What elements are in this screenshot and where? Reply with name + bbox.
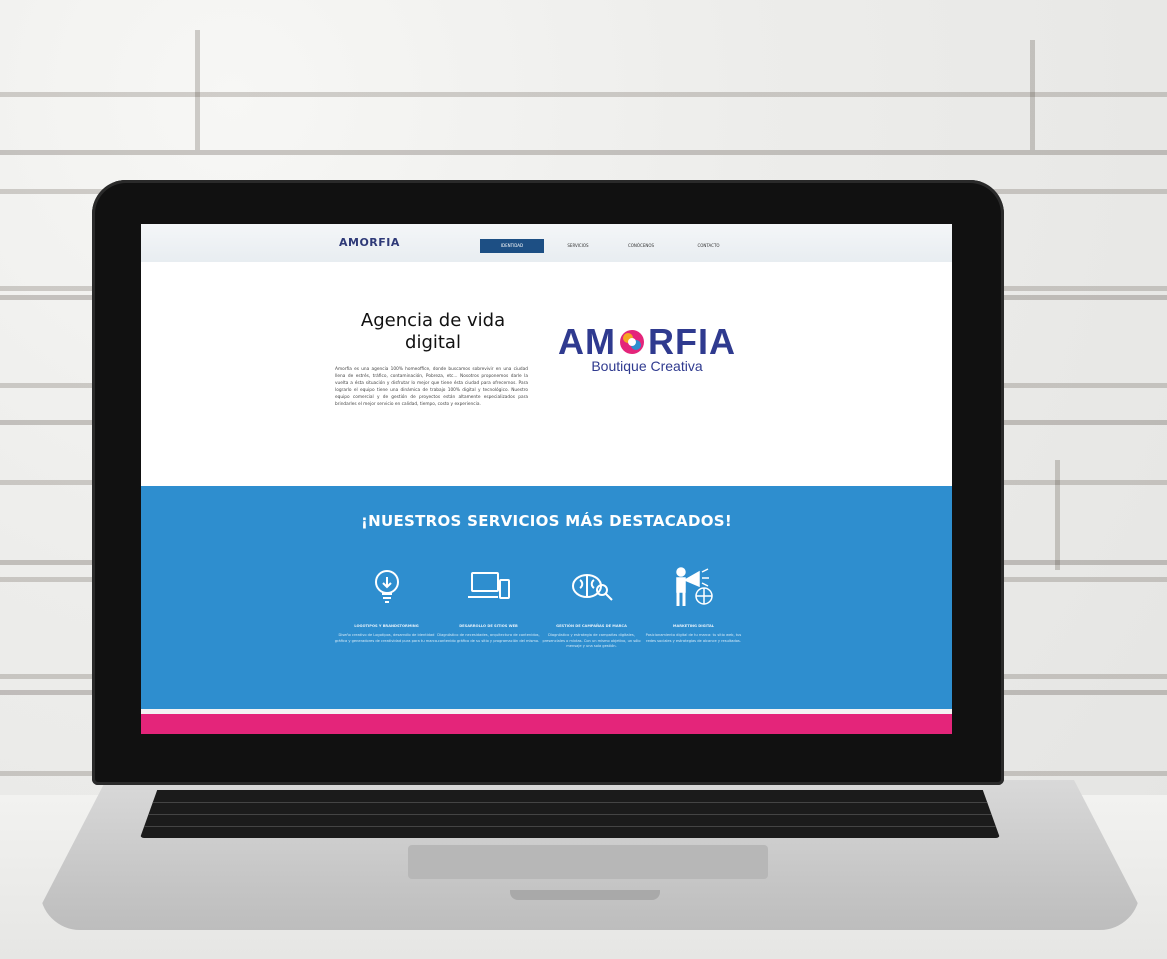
laptop-front-notch <box>510 890 660 900</box>
laptop-trackpad <box>408 845 768 879</box>
devices-icon <box>436 564 541 610</box>
brand-splash-o-icon <box>620 330 644 354</box>
site-nav: AMORFIA IDENTIDAD SERVICIOS CONÓCENOS CO… <box>141 224 952 262</box>
laptop-screen: AMORFIA IDENTIDAD SERVICIOS CONÓCENOS CO… <box>141 224 952 734</box>
service-card[interactable]: LOGOTIPOS Y BRANDSTORMING Diseño creativ… <box>334 564 439 644</box>
service-title: MARKETING DIGITAL <box>672 624 715 628</box>
footer-pink-bar <box>141 714 952 734</box>
mortar-joint <box>195 30 200 150</box>
brand-name-right: RFIA <box>648 321 736 362</box>
nav-item-identidad[interactable]: IDENTIDAD <box>480 239 544 253</box>
brand-name-left: AM <box>558 321 616 362</box>
service-card[interactable]: MARKETING DIGITAL Posicionamiento digita… <box>641 564 746 644</box>
hero-title: Agencia de vida digital <box>360 310 506 353</box>
service-title: GESTIÓN DE CAMPAÑAS DE MARCA <box>556 624 627 628</box>
service-title: LOGOTIPOS Y BRANDSTORMING <box>354 624 419 628</box>
service-title: DESARROLLO DE SITIOS WEB <box>459 624 518 628</box>
mortar-joint <box>1055 460 1060 570</box>
lightbulb-icon <box>334 564 439 610</box>
mortar-joint <box>1030 40 1035 150</box>
service-desc: Posicionamiento digital de tu marca: tu … <box>645 633 742 643</box>
brand-logo: AM RFIA Boutique Creativa <box>553 321 741 375</box>
laptop-keyboard <box>140 790 1000 838</box>
service-desc: Diagnóstico y estrategia de campañas dig… <box>542 633 641 649</box>
service-card[interactable]: DESARROLLO DE SITIOS WEB Diagnóstico de … <box>436 564 541 644</box>
nav-logo[interactable]: AMORFIA <box>339 236 400 249</box>
services-section: ¡NUESTROS SERVICIOS MÁS DESTACADOS! LOGO… <box>141 486 952 709</box>
service-desc: Diagnóstico de necesidades, arquitectura… <box>437 633 540 643</box>
megaphone-globe-icon <box>641 564 746 610</box>
brain-search-icon <box>539 564 644 610</box>
service-desc: Diseño creativo de Logotipos, desarrollo… <box>334 633 439 643</box>
nav-item-contacto[interactable]: CONTACTO <box>681 239 736 253</box>
nav-item-servicios[interactable]: SERVICIOS <box>553 239 603 253</box>
mortar-line <box>0 150 1167 155</box>
services-title: ¡NUESTROS SERVICIOS MÁS DESTACADOS! <box>360 512 733 530</box>
service-card[interactable]: GESTIÓN DE CAMPAÑAS DE MARCA Diagnóstico… <box>539 564 644 650</box>
hero-body: Amorfia es una agencia 100% homeoffice, … <box>335 367 528 407</box>
nav-item-conocenos[interactable]: CONÓCENOS <box>611 239 671 253</box>
